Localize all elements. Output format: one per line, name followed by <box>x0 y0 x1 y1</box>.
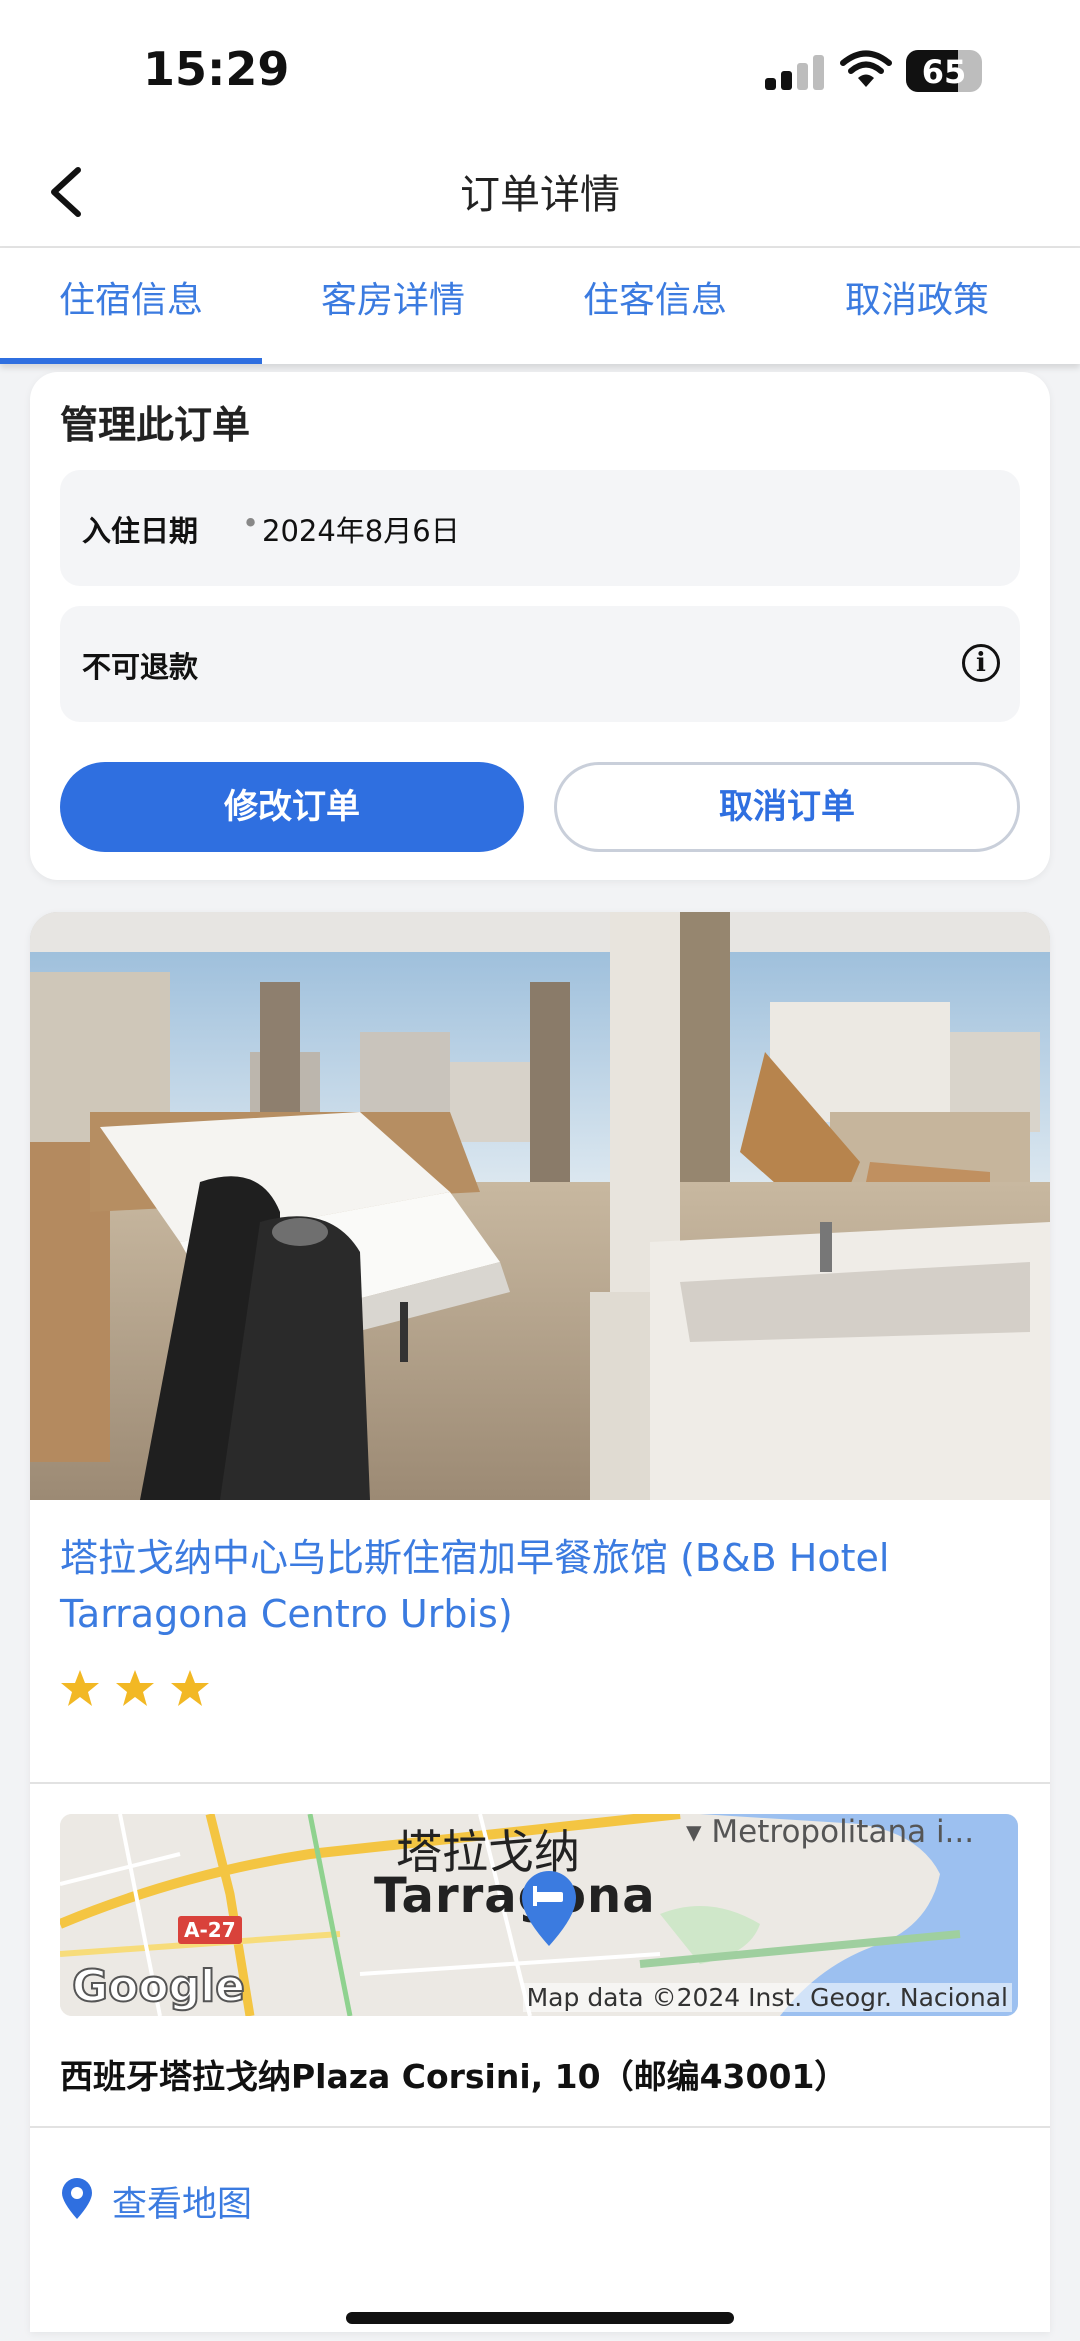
checkin-value: 2024年8月6日 <box>262 514 460 548</box>
tab-cancel-policy[interactable]: 取消政策 <box>786 248 1048 364</box>
tab-bar: 住宿信息 客房详情 住客信息 取消政策 <box>0 248 1080 364</box>
page-title: 订单详情 <box>460 172 620 218</box>
hotel-map-pin-icon[interactable] <box>512 1864 586 1948</box>
nav-header: 订单详情 <box>0 140 1080 248</box>
manage-title: 管理此订单 <box>60 403 251 447</box>
map-poi-text: Metropolitana i... <box>711 1814 975 1850</box>
location-map[interactable]: A-27 塔拉戈纳 Tarragona ▾ Metropolitana i...… <box>60 1814 1018 2016</box>
map-credit: Map data ©2024 Inst. Geogr. Nacional <box>522 1983 1012 2012</box>
divider <box>30 2126 1050 2128</box>
tab-active-indicator <box>0 358 262 364</box>
modify-order-button[interactable]: 修改订单 <box>60 762 524 852</box>
tab-label: 取消政策 <box>844 280 989 321</box>
star-icon <box>116 1670 155 1706</box>
road-label: A-27 <box>178 1916 242 1944</box>
tab-label: 住客信息 <box>582 280 727 321</box>
battery-percent: 65 <box>921 53 967 91</box>
tab-label: 客房详情 <box>320 280 465 321</box>
tab-room-details[interactable]: 客房详情 <box>262 248 524 364</box>
refund-policy-row[interactable]: 不可退款 i <box>60 606 1020 722</box>
cancel-order-button[interactable]: 取消订单 <box>554 762 1020 852</box>
google-logo: Google <box>71 1960 246 2013</box>
hotel-address: 西班牙塔拉戈纳Plaza Corsini, 10（邮编43001） <box>60 2057 848 2096</box>
battery-icon: 65 <box>906 50 982 92</box>
checkin-date-row: 入住日期 • 2024年8月6日 <box>60 470 1020 586</box>
checkin-separator: • <box>242 506 260 540</box>
cellular-signal-icon <box>765 54 825 90</box>
star-icon <box>61 1670 99 1706</box>
home-indicator[interactable] <box>346 2312 734 2324</box>
manage-order-card: 管理此订单 入住日期 • 2024年8月6日 不可退款 i 修改订单 取消订单 <box>30 372 1050 880</box>
tab-stay-info[interactable]: 住宿信息 <box>0 248 262 364</box>
refund-label: 不可退款 <box>82 650 199 684</box>
view-map-label: 查看地图 <box>112 2185 253 2225</box>
status-bar: 15:29 65 <box>0 0 1080 140</box>
hotel-room-photo[interactable] <box>30 912 1050 1500</box>
hotel-name-link[interactable]: 塔拉戈纳中心乌比斯住宿加早餐旅馆 (B&B Hotel Tarragona Ce… <box>60 1530 1020 1642</box>
hotel-card: 塔拉戈纳中心乌比斯住宿加早餐旅馆 (B&B Hotel Tarragona Ce… <box>30 912 1050 2332</box>
status-time: 15:29 <box>143 42 290 96</box>
location-pin-icon <box>62 2178 92 2219</box>
star-rating <box>60 1668 220 1708</box>
tab-guest-info[interactable]: 住客信息 <box>524 248 786 364</box>
tab-label: 住宿信息 <box>58 280 203 321</box>
star-icon <box>171 1670 210 1706</box>
checkin-label: 入住日期 <box>82 514 199 548</box>
wifi-icon <box>840 50 892 87</box>
divider <box>30 1782 1050 1784</box>
map-poi-label: ▾ Metropolitana i... <box>686 1814 975 1850</box>
info-icon[interactable]: i <box>962 644 1000 682</box>
